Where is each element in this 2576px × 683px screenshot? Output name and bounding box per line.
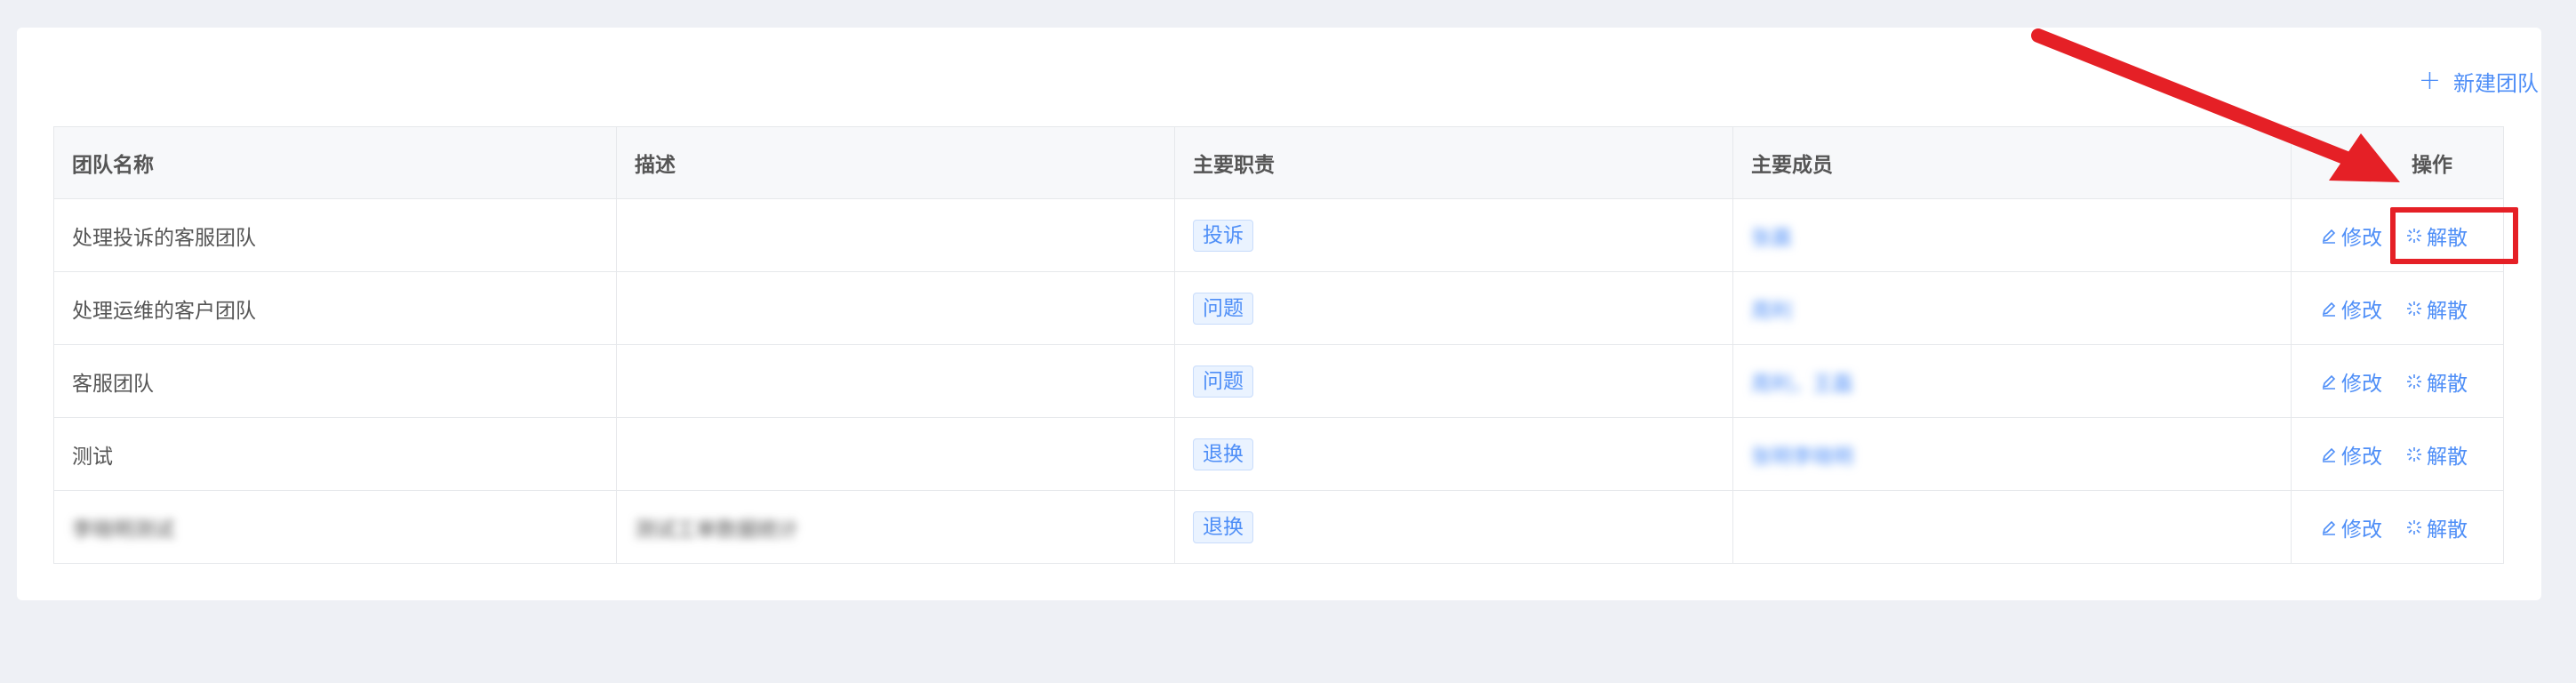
duty-tag: 投诉 — [1193, 219, 1253, 252]
team-table: 团队名称 描述 主要职责 主要成员 操作 处理投诉的客服团队 投诉 张晨 修改 — [53, 126, 2504, 564]
team-name-cell: 处理投诉的客服团队 — [53, 198, 617, 272]
plus-icon: + — [2418, 65, 2441, 96]
member-link[interactable]: 张明李晓明 — [1751, 446, 1853, 469]
edit-button[interactable]: 修改 — [2320, 366, 2382, 397]
table-row: 测试 退换 张明李晓明 修改 解散 — [53, 417, 2504, 491]
description-cell — [616, 198, 1175, 272]
dissolve-button[interactable]: 解散 — [2405, 512, 2468, 542]
scatter-icon — [2407, 519, 2421, 534]
table-row: 客服团队 问题 周利，王磊 修改 解散 — [53, 344, 2504, 418]
duty-tag: 退换 — [1193, 438, 1253, 470]
team-name-cell: 李晓明测试 — [72, 518, 174, 542]
edit-icon — [2322, 229, 2336, 244]
dissolve-button[interactable]: 解散 — [2405, 293, 2468, 324]
member-link[interactable]: 周利，王磊 — [1751, 373, 1853, 396]
dissolve-button[interactable]: 解散 — [2405, 221, 2468, 251]
new-team-label: 新建团队 — [2453, 70, 2539, 96]
member-link[interactable]: 周利 — [1751, 300, 1792, 323]
duty-tag: 问题 — [1193, 292, 1253, 325]
header-actions: 操作 — [2291, 126, 2504, 199]
duty-tag: 问题 — [1193, 365, 1253, 398]
new-team-button[interactable]: + 新建团队 — [2418, 65, 2539, 96]
scatter-icon — [2407, 374, 2421, 389]
table-header-row: 团队名称 描述 主要职责 主要成员 操作 — [53, 126, 2504, 199]
dissolve-button[interactable]: 解散 — [2405, 366, 2468, 397]
scatter-icon — [2407, 301, 2421, 316]
team-name-cell: 客服团队 — [53, 344, 617, 418]
dissolve-button[interactable]: 解散 — [2405, 439, 2468, 470]
header-team-name: 团队名称 — [53, 126, 617, 199]
description-cell — [616, 344, 1175, 418]
edit-icon — [2322, 301, 2336, 317]
member-link[interactable]: 张晨 — [1751, 227, 1792, 250]
description-cell — [616, 417, 1175, 491]
header-duty: 主要职责 — [1174, 126, 1733, 199]
edit-button[interactable]: 修改 — [2320, 293, 2382, 324]
edit-icon — [2322, 520, 2336, 535]
table-row: 处理运维的客户团队 问题 周利 修改 解散 — [53, 271, 2504, 345]
header-description: 描述 — [616, 126, 1175, 199]
edit-icon — [2322, 374, 2336, 390]
edit-button[interactable]: 修改 — [2320, 439, 2382, 470]
scatter-icon — [2407, 228, 2421, 243]
edit-button[interactable]: 修改 — [2320, 221, 2382, 251]
table-row: 李晓明测试 测试工单数据统计 退换 修改 解散 — [53, 490, 2504, 564]
duty-tag: 退换 — [1193, 510, 1253, 543]
team-name-cell: 测试 — [53, 417, 617, 491]
header-members: 主要成员 — [1732, 126, 2292, 199]
description-cell: 测试工单数据统计 — [635, 518, 798, 542]
edit-icon — [2322, 447, 2336, 462]
table-row: 处理投诉的客服团队 投诉 张晨 修改 解散 — [53, 198, 2504, 272]
scatter-icon — [2407, 446, 2421, 462]
description-cell — [616, 271, 1175, 345]
edit-button[interactable]: 修改 — [2320, 512, 2382, 542]
team-name-cell: 处理运维的客户团队 — [53, 271, 617, 345]
